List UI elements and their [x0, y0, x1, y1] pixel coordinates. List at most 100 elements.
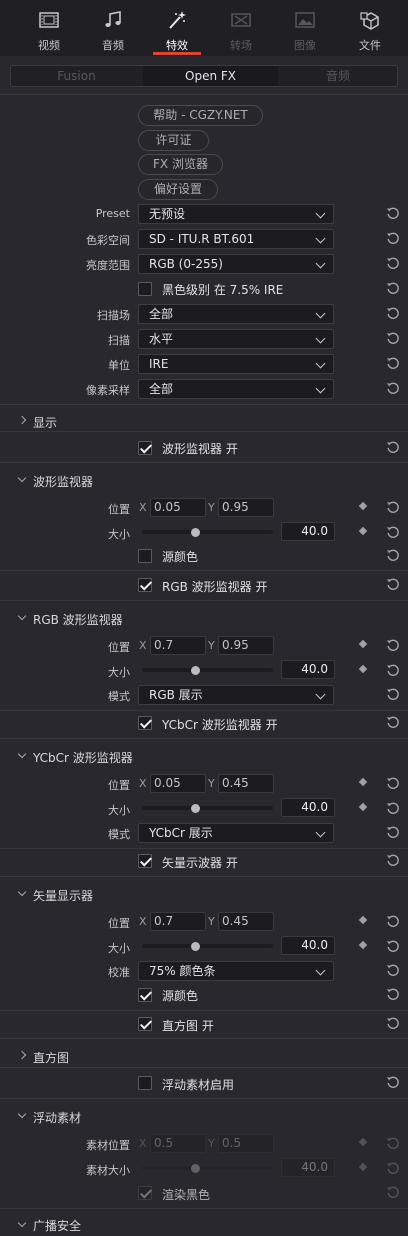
vector-size-input[interactable]: 40.0: [281, 936, 335, 955]
render-black-checkbox[interactable]: [138, 1186, 152, 1200]
vectorscope-on-checkbox[interactable]: [138, 854, 152, 868]
vector-size-slider[interactable]: [142, 941, 273, 951]
floating-enable-checkbox[interactable]: [138, 1076, 152, 1090]
reset-icon[interactable]: [386, 963, 400, 977]
vector-source-color-checkbox[interactable]: [138, 988, 152, 1002]
rgb-y-input[interactable]: 0.95: [218, 636, 274, 655]
keyframe-diamond-icon[interactable]: [358, 1162, 368, 1172]
waveform-size-input[interactable]: 40.0: [281, 522, 335, 541]
reset-icon[interactable]: [386, 548, 400, 562]
reset-icon[interactable]: [386, 256, 400, 270]
tab-transitions[interactable]: 转场: [207, 0, 275, 56]
keyframe-diamond-icon[interactable]: [358, 940, 368, 950]
reset-icon[interactable]: [386, 231, 400, 245]
reset-icon[interactable]: [386, 715, 400, 729]
chevron-down-icon[interactable]: [17, 473, 27, 483]
unit-dropdown[interactable]: IRE: [138, 354, 334, 374]
keyframe-diamond-icon[interactable]: [358, 777, 368, 787]
reset-icon[interactable]: [386, 939, 400, 953]
ycbcr-x-input[interactable]: 0.05: [150, 774, 206, 793]
tab-effects[interactable]: 特效: [143, 0, 211, 56]
chevron-down-icon[interactable]: [17, 611, 27, 621]
reset-icon[interactable]: [386, 440, 400, 454]
chevron-down-icon[interactable]: [17, 887, 27, 897]
display-section-header[interactable]: 显示: [33, 414, 57, 431]
tab-video[interactable]: 视频: [15, 0, 83, 56]
rgb-size-slider[interactable]: [142, 665, 273, 675]
slider-thumb[interactable]: [191, 941, 201, 951]
ycbcr-waveform-on-checkbox[interactable]: [138, 716, 152, 730]
reset-icon[interactable]: [386, 825, 400, 839]
luma-range-dropdown[interactable]: RGB (0-255): [138, 254, 334, 274]
calibration-dropdown[interactable]: 75% 颜色条: [138, 961, 334, 981]
ycbcr-mode-dropdown[interactable]: YCbCr 展示: [138, 823, 334, 843]
pixel-sampling-dropdown[interactable]: 全部: [138, 379, 334, 399]
keyframe-diamond-icon[interactable]: [358, 802, 368, 812]
waveform-y-input[interactable]: 0.95: [218, 498, 274, 517]
reset-icon[interactable]: [386, 1075, 400, 1089]
floating-size-slider[interactable]: [142, 1163, 273, 1173]
reset-icon[interactable]: [386, 663, 400, 677]
histogram-section-header[interactable]: 直方图: [33, 1049, 69, 1066]
waveform-source-color-checkbox[interactable]: [138, 549, 152, 563]
license-button[interactable]: 许可证: [138, 130, 209, 151]
rgb-x-input[interactable]: 0.7: [150, 636, 206, 655]
rgb-section-header[interactable]: RGB 波形监视器: [33, 611, 123, 628]
floating-section-header[interactable]: 浮动素材: [33, 1109, 81, 1126]
ycbcr-size-slider[interactable]: [142, 803, 273, 813]
floating-size-input[interactable]: 40.0: [281, 1158, 335, 1177]
color-space-dropdown[interactable]: SD - ITU.R BT.601: [138, 229, 334, 249]
tab-audio[interactable]: 音频: [79, 0, 147, 56]
scan-dropdown[interactable]: 水平: [138, 329, 334, 349]
broadcast-safe-section-header[interactable]: 广播安全: [33, 1217, 81, 1234]
vector-y-input[interactable]: 0.45: [218, 912, 274, 931]
reset-icon[interactable]: [386, 577, 400, 591]
reset-icon[interactable]: [386, 1185, 400, 1199]
segment-fusion[interactable]: Fusion: [11, 66, 142, 86]
segment-audio[interactable]: 音频: [279, 66, 397, 86]
reset-icon[interactable]: [386, 987, 400, 1001]
reset-icon[interactable]: [386, 1161, 400, 1175]
keyframe-diamond-icon[interactable]: [358, 526, 368, 536]
black-level-checkbox[interactable]: [138, 282, 152, 296]
segment-open-fx[interactable]: Open FX: [143, 66, 278, 86]
tab-image[interactable]: 图像: [271, 0, 339, 56]
help-button[interactable]: 帮助 - CGZY.NET: [138, 105, 263, 126]
reset-icon[interactable]: [386, 356, 400, 370]
keyframe-diamond-icon[interactable]: [358, 501, 368, 511]
slider-thumb[interactable]: [191, 803, 201, 813]
reset-icon[interactable]: [386, 801, 400, 815]
keyframe-diamond-icon[interactable]: [358, 639, 368, 649]
scan-field-dropdown[interactable]: 全部: [138, 304, 334, 324]
waveform-section-header[interactable]: 波形监视器: [33, 473, 93, 490]
reset-icon[interactable]: [386, 525, 400, 539]
rgb-mode-dropdown[interactable]: RGB 展示: [138, 685, 334, 705]
ycbcr-section-header[interactable]: YCbCr 波形监视器: [33, 749, 133, 766]
chevron-down-icon[interactable]: [17, 1109, 27, 1119]
ycbcr-size-input[interactable]: 40.0: [281, 798, 335, 817]
vector-section-header[interactable]: 矢量显示器: [33, 887, 93, 904]
vector-x-input[interactable]: 0.7: [150, 912, 206, 931]
chevron-right-icon[interactable]: [17, 1050, 27, 1060]
chevron-right-icon[interactable]: [17, 415, 27, 425]
reset-icon[interactable]: [386, 776, 400, 790]
histogram-on-checkbox[interactable]: [138, 1017, 152, 1031]
waveform-size-slider[interactable]: [142, 527, 273, 537]
waveform-x-input[interactable]: 0.05: [150, 498, 206, 517]
reset-icon[interactable]: [386, 1136, 400, 1150]
slider-thumb[interactable]: [191, 665, 201, 675]
reset-icon[interactable]: [386, 500, 400, 514]
reset-icon[interactable]: [386, 206, 400, 220]
rgb-size-input[interactable]: 40.0: [281, 660, 335, 679]
reset-icon[interactable]: [386, 914, 400, 928]
floating-x-input[interactable]: 0.5: [150, 1134, 206, 1153]
reset-icon[interactable]: [386, 1016, 400, 1030]
chevron-down-icon[interactable]: [17, 749, 27, 759]
preset-dropdown[interactable]: 无预设: [138, 204, 334, 224]
waveform-on-checkbox[interactable]: [138, 441, 152, 455]
slider-thumb[interactable]: [191, 527, 201, 537]
rgb-waveform-on-checkbox[interactable]: [138, 578, 152, 592]
reset-icon[interactable]: [386, 853, 400, 867]
reset-icon[interactable]: [386, 381, 400, 395]
keyframe-diamond-icon[interactable]: [358, 1137, 368, 1147]
